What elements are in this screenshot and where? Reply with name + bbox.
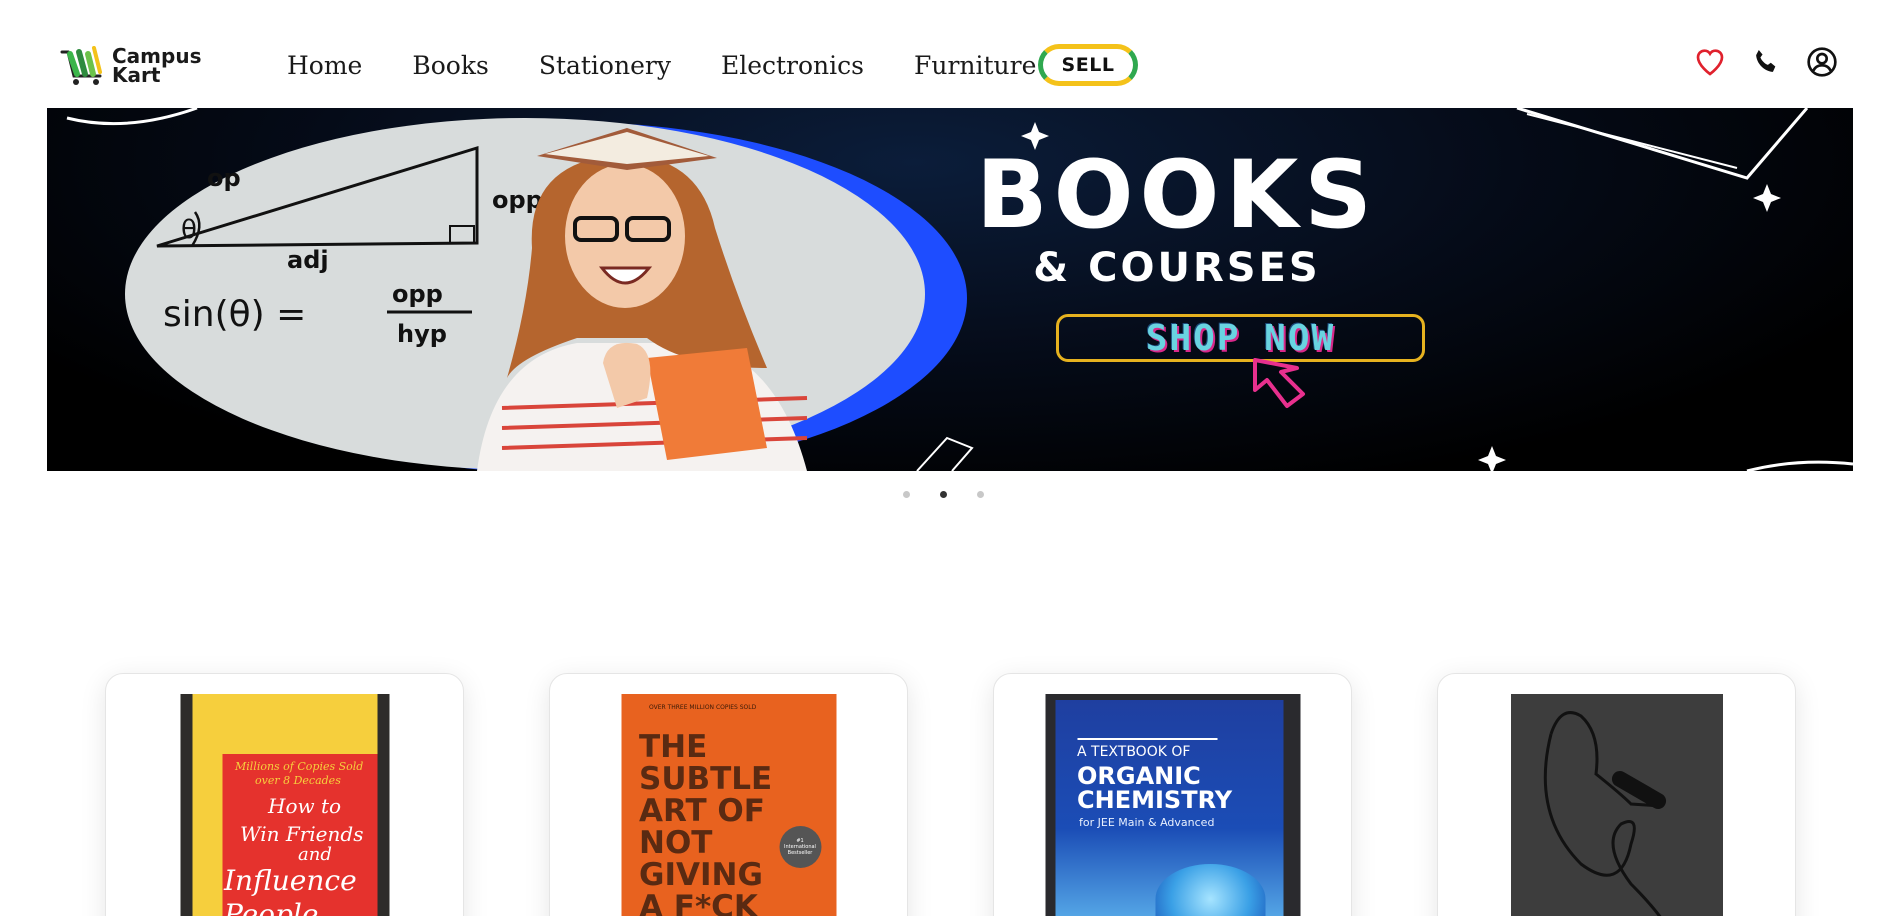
book-title-line-4: for JEE Main & Advanced xyxy=(1079,816,1215,829)
shop-now-label: SHOP NOW xyxy=(1145,317,1336,359)
product-card[interactable] xyxy=(1437,673,1796,916)
book-title-line-3: CHEMISTRY xyxy=(1077,786,1233,814)
nav-furniture[interactable]: Furniture xyxy=(914,46,1036,86)
brand-name: Campus Kart xyxy=(112,46,201,87)
nav-electronics[interactable]: Electronics xyxy=(721,46,864,86)
board-formula: sin(θ) = xyxy=(163,294,306,335)
heart-icon[interactable] xyxy=(1694,46,1726,78)
cover-caption-2: over 8 Decades xyxy=(255,774,341,787)
book-title-line-2: Win Friends xyxy=(240,822,364,846)
slider-dot-2[interactable] xyxy=(940,491,947,498)
book-title-line-2: SUBTLE xyxy=(639,761,773,797)
earphones-icon xyxy=(1543,711,1666,916)
nav-books[interactable]: Books xyxy=(412,46,488,86)
product-image: OVER THREE MILLION COPIES SOLD THE SUBTL… xyxy=(621,694,836,916)
book-title-line-1: THE xyxy=(639,729,708,765)
nav-home[interactable]: Home xyxy=(287,46,362,86)
book-title-line-4: Influence xyxy=(224,864,357,897)
cursor-arrow-icon xyxy=(1253,358,1305,408)
board-op: op xyxy=(207,164,241,192)
cover-caption-1: Millions of Copies Sold xyxy=(235,760,364,773)
product-grid: Millions of Copies Sold over 8 Decades H… xyxy=(105,673,1796,916)
phone-icon[interactable] xyxy=(1750,46,1782,78)
book-title-line-5: GIVING xyxy=(639,857,763,893)
product-image: Millions of Copies Sold over 8 Decades H… xyxy=(180,694,389,916)
product-card[interactable]: Millions of Copies Sold over 8 Decades H… xyxy=(105,673,464,916)
badge-text: #1 International Bestseller xyxy=(784,838,816,856)
product-image xyxy=(1510,694,1723,916)
product-card[interactable]: OVER THREE MILLION COPIES SOLD THE SUBTL… xyxy=(549,673,908,916)
brand-logo[interactable]: Campus Kart xyxy=(60,46,201,86)
book-title-line-1: A TEXTBOOK OF xyxy=(1077,744,1191,760)
cover-top-text: OVER THREE MILLION COPIES SOLD xyxy=(649,704,757,711)
board-denominator: hyp xyxy=(397,320,447,348)
bestseller-badge: #1 International Bestseller xyxy=(779,826,821,868)
board-adj: adj xyxy=(287,246,329,274)
product-image: A TEXTBOOK OF ORGANIC CHEMISTRY for JEE … xyxy=(1045,694,1300,916)
nav-icon-group xyxy=(1694,46,1838,78)
board-opp: opp xyxy=(492,186,543,214)
book-title-line-1: How to xyxy=(268,794,342,818)
product-card[interactable]: A TEXTBOOK OF ORGANIC CHEMISTRY for JEE … xyxy=(993,673,1352,916)
hero-subtitle: & COURSES xyxy=(1033,245,1321,291)
book-title-line-3: and xyxy=(298,844,332,865)
nav-stationery[interactable]: Stationery xyxy=(539,46,671,86)
top-navbar: Campus Kart Home Books Stationery Electr… xyxy=(0,0,1892,108)
slider-dot-3[interactable] xyxy=(977,491,984,498)
book-title-line-3: ART OF xyxy=(639,793,765,829)
cart-logo-icon xyxy=(60,46,102,85)
shop-now-button[interactable]: SHOP NOW xyxy=(1056,314,1425,362)
slider-dot-1[interactable] xyxy=(903,491,910,498)
hero-title: BOOKS xyxy=(975,141,1378,250)
book-title-line-6: A F*CK xyxy=(639,889,758,916)
hero-banner[interactable]: θ op opp adj sin(θ) = opp hyp BOOKS & CO… xyxy=(47,108,1853,471)
book-title-line-5: People xyxy=(224,898,319,916)
sell-button[interactable]: SELL xyxy=(1038,44,1138,86)
user-icon[interactable] xyxy=(1806,46,1838,78)
brand-name-line2: Kart xyxy=(112,63,161,87)
board-theta: θ xyxy=(181,215,197,245)
hero-slider-dots xyxy=(903,491,984,498)
main-menu: Home Books Stationery Electronics Furnit… xyxy=(287,46,1036,86)
book-title-line-4: NOT xyxy=(639,825,713,861)
board-numerator: opp xyxy=(392,280,443,308)
